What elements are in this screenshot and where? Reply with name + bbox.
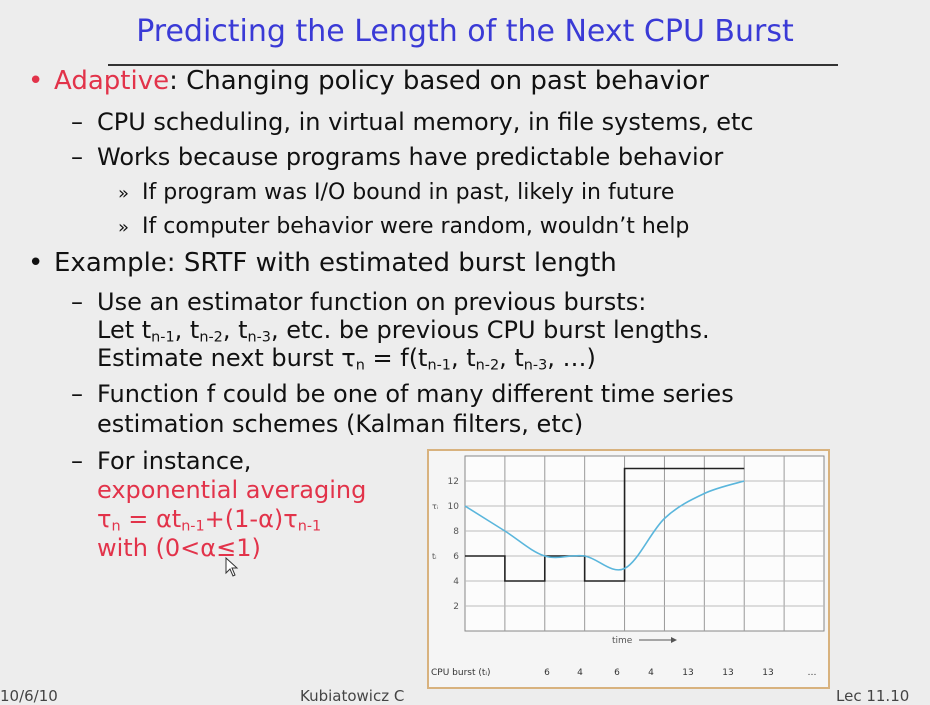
table-cell-burst: 6 xyxy=(544,668,550,678)
bullet-dot: • xyxy=(28,66,44,96)
exp-averaging-formula: τn = αtn-1+(1-α)τn-1 xyxy=(97,505,322,535)
adaptive-text: : Changing policy based on past behavior xyxy=(169,66,709,96)
bullet-example: • Example: SRTF with estimated burst leng… xyxy=(28,248,617,278)
plot-area xyxy=(464,455,825,632)
burst-chart: 2 4 6 8 10 12 τᵢ tᵢ time CPU burst (tᵢ) 6 4 6 4 13 13 13… xyxy=(431,455,825,697)
sub-function: – Function f could be one of many differe… xyxy=(71,380,734,408)
time-arrowhead-icon xyxy=(671,637,677,643)
y-label-guess: τᵢ xyxy=(432,502,438,511)
table-cell-burst: … xyxy=(808,668,817,678)
table-cell-burst: 13 xyxy=(722,668,733,678)
bullet-dot: • xyxy=(28,248,44,278)
footer-author: Kubiatowicz C xyxy=(300,687,405,705)
exp-averaging-label: exponential averaging xyxy=(97,476,367,504)
sub-instance: – For instance, xyxy=(71,447,252,475)
sub-text: estimation schemes (Kalman filters, etc) xyxy=(97,410,584,438)
example-text: Example: SRTF with estimated burst lengt… xyxy=(54,248,617,278)
mouse-cursor-icon xyxy=(225,557,239,577)
subsub-io-bound: » If program was I/O bound in past, likel… xyxy=(118,180,675,205)
footer-lecture: Lec 11.10 xyxy=(836,687,910,705)
sub-predictable: – Works because programs have predictable… xyxy=(71,143,724,171)
y-tick-label: 6 xyxy=(453,552,459,562)
table-cell-burst: 4 xyxy=(577,668,583,678)
table-cell-burst: 4 xyxy=(648,668,654,678)
bullet-adaptive: • Adaptive: Changing policy based on past… xyxy=(28,66,709,96)
adaptive-term: Adaptive xyxy=(54,66,170,96)
sub-text: Works because programs have predictable … xyxy=(97,143,724,171)
sub-estimator: – Use an estimator function on previous b… xyxy=(71,288,647,316)
y-tick-label: 2 xyxy=(453,602,459,612)
sub-function-line2: estimation schemes (Kalman filters, etc) xyxy=(97,410,583,438)
slide-title: Predicting the Length of the Next CPU Bu… xyxy=(136,14,794,49)
table-cell-burst: 6 xyxy=(614,668,620,678)
subsub-text: If computer behavior were random, wouldn… xyxy=(142,214,690,239)
table-cell-burst: 13 xyxy=(762,668,773,678)
sub-estimator-line3: Estimate next burst τn = f(tn-1, tn-2, t… xyxy=(97,344,596,374)
sub-estimator-line2: Let tn-1, tn-2, tn-3, etc. be previous C… xyxy=(97,316,710,346)
table-cell-burst: 13 xyxy=(682,668,693,678)
footer-date: 10/6/10 xyxy=(0,687,58,705)
y-tick-label: 10 xyxy=(448,502,460,512)
table-row-label-burst: CPU burst (tᵢ) xyxy=(431,668,491,678)
sub-text: CPU scheduling, in virtual memory, in fi… xyxy=(97,108,754,136)
sub-cpu-scheduling: – CPU scheduling, in virtual memory, in f… xyxy=(71,108,754,136)
sub-text: Function f could be one of many differen… xyxy=(97,380,734,408)
x-axis-label: time xyxy=(612,636,633,646)
subsub-random: » If computer behavior were random, would… xyxy=(118,214,690,239)
y-tick-label: 4 xyxy=(453,577,459,587)
y-tick-label: 12 xyxy=(448,477,459,487)
sub-text: For instance, xyxy=(97,447,252,475)
burst-figure: 2 4 6 8 10 12 τᵢ tᵢ time CPU burst (tᵢ) 6 4 6 4 13 13 13… xyxy=(427,449,830,697)
sub-text: Use an estimator function on previous bu… xyxy=(97,288,647,316)
y-tick-label: 8 xyxy=(453,527,459,537)
y-label-burst: tᵢ xyxy=(432,552,437,561)
slide: Predicting the Length of the Next CPU Bu… xyxy=(0,0,930,705)
subsub-text: If program was I/O bound in past, likely… xyxy=(142,180,675,205)
